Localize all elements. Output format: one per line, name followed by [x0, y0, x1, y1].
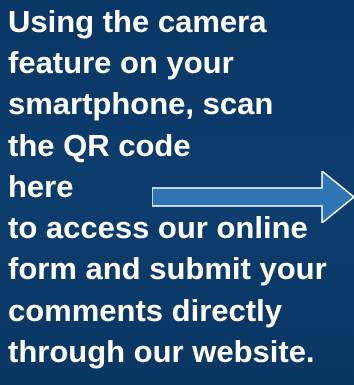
instruction-line-7: form and submit your — [8, 251, 327, 286]
instruction-line-5: here — [8, 169, 74, 204]
qr-instruction-panel: Using the camera feature on your smartph… — [0, 0, 354, 385]
instruction-line-1: Using the camera — [8, 4, 267, 39]
instruction-line-9: through our website. — [8, 334, 315, 369]
instruction-line-3: smartphone, scan — [8, 86, 274, 121]
instruction-line-4: the QR code — [8, 128, 191, 163]
instruction-line-2: feature on your — [8, 45, 234, 80]
arrow-right-icon — [152, 171, 354, 223]
instruction-line-8: comments directly — [8, 293, 282, 328]
